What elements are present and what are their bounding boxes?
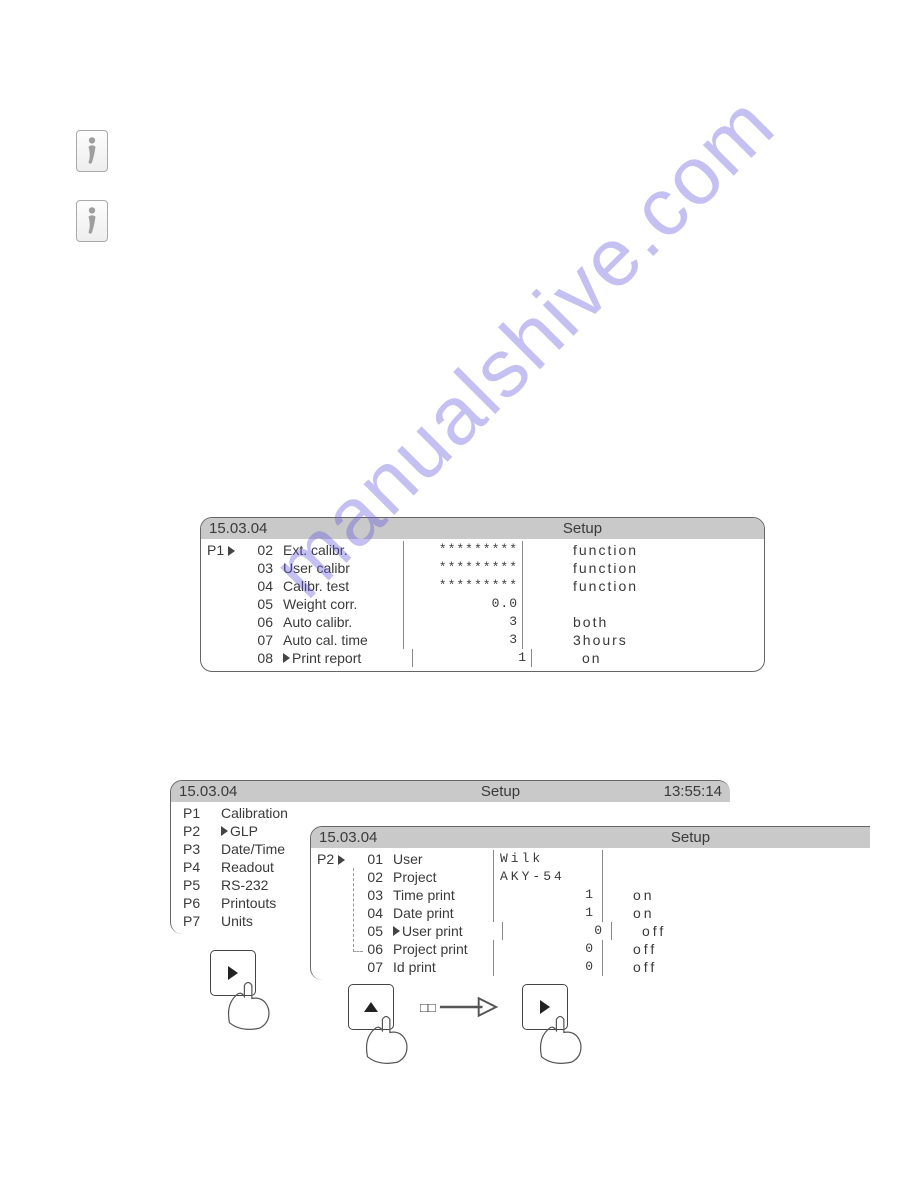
menu-row[interactable]: 02ProjectAKY-54 [317, 868, 864, 886]
cursor-icon [221, 826, 228, 836]
menu-item-id: P4 [177, 858, 221, 876]
row-name: Ext. calibr. [283, 541, 403, 559]
row-number: 07 [355, 958, 383, 976]
menu-row[interactable]: 04 Calibr. test*********function [207, 577, 758, 595]
row-value: ********* [403, 541, 523, 559]
row-name: Id print [393, 958, 493, 976]
row-value: ********* [403, 559, 523, 577]
group-id: P1 [207, 541, 245, 559]
panel-header: 15.03.04 Setup 13:55:14 [171, 781, 730, 802]
row-value: 1 [493, 904, 603, 922]
header-date: 15.03.04 [179, 783, 379, 800]
row-number: 02 [245, 541, 273, 559]
row-name: Calibr. test [283, 577, 403, 595]
row-value: Wilk [493, 850, 603, 868]
panel-body: P201UserWilk02ProjectAKY-5403Time print1… [311, 848, 870, 980]
row-desc: function [523, 559, 758, 577]
menu-row[interactable]: 05User print0off [317, 922, 864, 940]
panel-header: 15.03.04 Setup [201, 518, 764, 539]
info-icon [76, 130, 108, 172]
press-right-button-icon [522, 984, 598, 1070]
press-up-button-icon [348, 984, 424, 1070]
row-name: User calibr [283, 559, 403, 577]
menu-item-id: P3 [177, 840, 221, 858]
cursor-icon [283, 653, 290, 663]
menu-item-id: P7 [177, 912, 221, 930]
menu-row[interactable]: 03Time print1on [317, 886, 864, 904]
header-title: Setup [379, 783, 622, 800]
setup-panel-p1: 15.03.04 Setup P102 Ext. calibr.*********… [200, 517, 765, 672]
row-desc: both [523, 613, 758, 631]
menu-row[interactable]: 07 Auto cal. time33hours [207, 631, 758, 649]
row-name: Project [393, 868, 493, 886]
menu-row[interactable]: 06Project print0off [317, 940, 864, 958]
row-number: 07 [245, 631, 273, 649]
menu-item-id: P5 [177, 876, 221, 894]
repeat-arrow-icon: □□ [420, 994, 500, 1020]
row-number: 08 [245, 649, 273, 667]
row-value: AKY-54 [493, 868, 603, 886]
row-name: User [393, 850, 493, 868]
row-number: 04 [245, 577, 273, 595]
row-number: 06 [245, 613, 273, 631]
setup-panel-p2: 15.03.04 Setup P201UserWilk02ProjectAKY-… [310, 826, 870, 980]
row-value: 0 [493, 940, 603, 958]
panel-body: P102 Ext. calibr.*********function 03 User … [201, 539, 764, 671]
row-name: Print report [292, 649, 412, 667]
row-name: Auto cal. time [283, 631, 403, 649]
cursor-icon [393, 926, 400, 936]
press-right-button-icon [210, 950, 286, 1036]
row-value: 3 [403, 613, 523, 631]
menu-row[interactable]: P102 Ext. calibr.*********function [207, 541, 758, 559]
row-desc: 3hours [523, 631, 758, 649]
row-desc: off [603, 940, 683, 958]
menu-item-name: Calibration [221, 804, 724, 822]
row-desc: on [532, 649, 758, 667]
row-value: 0 [493, 958, 603, 976]
row-name: Time print [393, 886, 493, 904]
menu-item[interactable]: P1Calibration [177, 804, 724, 822]
row-number: 03 [245, 559, 273, 577]
row-desc: function [523, 577, 758, 595]
row-desc: on [603, 904, 683, 922]
row-value: 1 [412, 649, 532, 667]
menu-row[interactable]: 04Date print1on [317, 904, 864, 922]
row-value: 0 [502, 922, 612, 940]
menu-item-id: P2 [177, 822, 221, 840]
header-title: Setup [409, 520, 756, 537]
header-time: 13:55:14 [622, 783, 722, 800]
row-desc: off [603, 958, 683, 976]
row-value: ********* [403, 577, 523, 595]
menu-row[interactable]: 07 Id print0off [317, 958, 864, 976]
row-desc: on [603, 886, 683, 904]
row-name: Date print [393, 904, 493, 922]
menu-row[interactable]: 06 Auto calibr.3both [207, 613, 758, 631]
menu-row[interactable]: P201 UserWilk [317, 850, 864, 868]
menu-row[interactable]: 05 Weight corr.0.0 [207, 595, 758, 613]
row-value: 3 [403, 631, 523, 649]
row-number: 01 [355, 850, 383, 868]
row-desc: function [523, 541, 758, 559]
menu-row[interactable]: 08 Print report1on [207, 649, 758, 667]
menu-item-id: P1 [177, 804, 221, 822]
header-title: Setup [519, 829, 862, 846]
row-name: Project print [393, 940, 493, 958]
row-name: User print [402, 922, 502, 940]
header-date: 15.03.04 [319, 829, 519, 846]
row-value: 0.0 [403, 595, 523, 613]
row-number: 05 [245, 595, 273, 613]
menu-row[interactable]: 03 User calibr*********function [207, 559, 758, 577]
row-name: Weight corr. [283, 595, 403, 613]
repeat-dots: □□ [420, 1000, 436, 1015]
row-value: 1 [493, 886, 603, 904]
group-id: P2 [317, 850, 355, 868]
info-icon [76, 200, 108, 242]
menu-item-id: P6 [177, 894, 221, 912]
row-desc: off [612, 922, 692, 940]
row-name: Auto calibr. [283, 613, 403, 631]
panel-header: 15.03.04 Setup [311, 827, 870, 848]
header-date: 15.03.04 [209, 520, 409, 537]
